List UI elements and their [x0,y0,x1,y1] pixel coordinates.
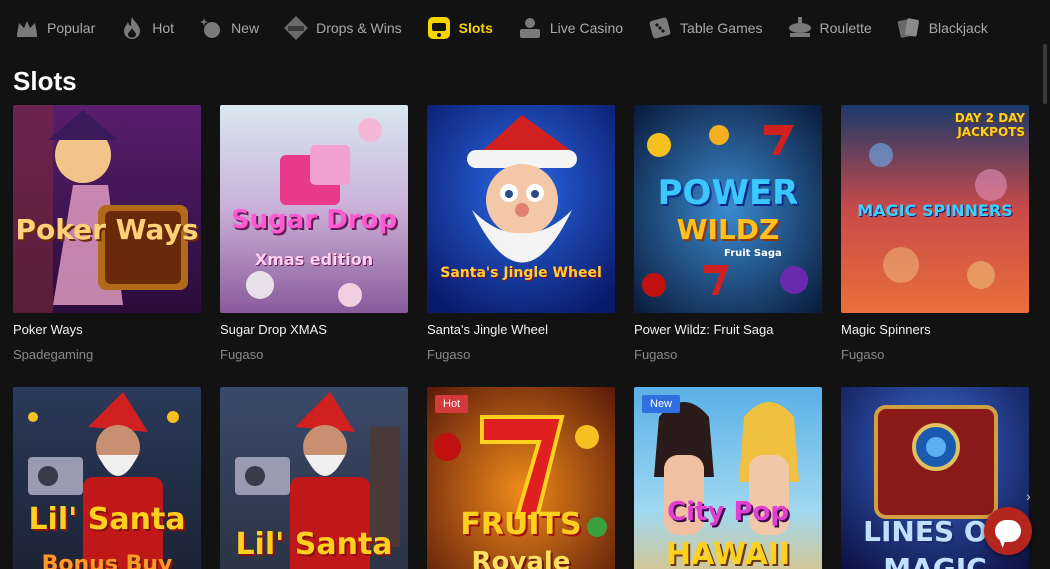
nav-label-blackjack: Blackjack [928,20,988,36]
game-card-lil-santa-bonus-buy[interactable]: Lil' Santa Bonus Buy [13,387,201,569]
nav-item-roulette[interactable]: Roulette [787,8,872,48]
section-title: Slots [13,66,77,96]
nav-label-popular: Popular [47,20,96,36]
nav-item-blackjack[interactable]: Blackjack [896,8,988,48]
cards-icon [896,15,922,41]
game-card-power-wildz-fruit-saga[interactable]: POWER WILDZ Fruit Saga Power Wildz: Frui… [634,105,822,362]
crown-icon [14,15,40,41]
nav-label-roulette: Roulette [819,20,872,36]
game-title[interactable]: Santa's Jingle Wheel [427,322,548,337]
game-art-title: Santa's Jingle Wheel [440,265,602,281]
game-thumbnail[interactable]: Lil' Santa [220,387,408,569]
game-thumbnail[interactable]: POWER WILDZ Fruit Saga [634,105,822,313]
nav-label-table-games: Table Games [680,20,763,36]
nav-item-popular[interactable]: Popular [14,8,95,48]
game-provider: Fugaso [634,347,678,362]
nav-label-live-casino: Live Casino [549,20,624,36]
page: Popular Hot New Drops & Wins Slots Live … [0,0,1050,569]
game-card-fruits-royale[interactable]: Hot FRUITS Royale [427,387,615,569]
drops-wins-icon [283,15,309,41]
sparkle-icon [198,15,224,41]
hot-badge: Hot [435,395,469,413]
game-art-subtitle: HAWAII [665,537,791,569]
game-title[interactable]: Power Wildz: Fruit Saga [634,322,773,337]
chat-button[interactable] [984,507,1032,555]
game-art-title: MAGIC SPINNERS [857,201,1013,220]
game-art-subtitle-2: Fruit Saga [724,248,782,259]
nav-item-hot[interactable]: Hot [119,8,174,48]
roulette-icon [787,15,813,41]
game-thumbnail[interactable]: New City Pop HAWAII [634,387,822,569]
game-provider: Fugaso [841,347,885,362]
game-card-magic-spinners[interactable]: DAY 2 DAY JACKPOTS MAGIC SPINNERS Magic … [841,105,1029,362]
dice-icon [647,15,673,41]
game-art-title: Lil' Santa [235,527,393,562]
chat-bubble-icon [995,520,1021,542]
live-dealer-icon [517,15,543,41]
flame-icon [119,15,145,41]
nav-label-hot: Hot [152,20,175,36]
nav-label-new: New [231,20,260,36]
chevron-right-icon[interactable]: › [1026,488,1038,508]
game-thumbnail[interactable]: DAY 2 DAY JACKPOTS MAGIC SPINNERS [841,105,1029,313]
new-badge: New [642,395,681,413]
category-nav: Popular Hot New Drops & Wins Slots Live … [0,0,1050,56]
nav-label-drops-wins: Drops & Wins [316,20,402,36]
game-art-title: Sugar Drop [230,205,398,235]
nav-item-drops-wins[interactable]: Drops & Wins [283,8,402,48]
game-art-title: City Pop [667,497,789,527]
game-provider: Fugaso [220,347,264,362]
game-thumbnail[interactable]: Sugar Drop Xmas edition [220,105,408,313]
nav-item-table-games[interactable]: Table Games [647,8,763,48]
game-title[interactable]: Magic Spinners [841,322,931,337]
game-art-title: POWER [657,173,799,213]
game-title[interactable]: Sugar Drop XMAS [220,322,327,337]
game-title[interactable]: Poker Ways [13,322,83,337]
game-art-title: Poker Ways [15,213,199,246]
game-art-subtitle: MAGIC [883,552,987,569]
game-provider: Spadegaming [13,347,94,362]
game-art-title: FRUITS [460,507,582,542]
game-thumbnail[interactable]: Poker Ways [13,105,201,313]
slot-machine-icon [426,15,452,41]
game-thumbnail[interactable]: Santa's Jingle Wheel [427,105,615,313]
game-art-subtitle: Royale [471,547,571,569]
scrollbar[interactable] [1043,44,1047,104]
nav-item-new[interactable]: New [198,8,259,48]
game-art-subtitle: WILDZ [676,213,780,246]
nav-item-live-casino[interactable]: Live Casino [517,8,623,48]
nav-item-slots[interactable]: Slots [426,8,493,48]
game-provider: Fugaso [427,347,471,362]
game-thumbnail[interactable]: Hot FRUITS Royale [427,387,615,569]
game-card-poker-ways[interactable]: Poker Ways Poker Ways Spadegaming [13,105,201,362]
game-art-subtitle: Xmas edition [254,250,374,269]
game-thumbnail[interactable]: Lil' Santa Bonus Buy [13,387,201,569]
game-art-subtitle: Bonus Buy [41,552,173,569]
game-card-lil-santa[interactable]: Lil' Santa [220,387,408,569]
game-card-city-pop-hawaii[interactable]: New City Pop HAWAII [634,387,822,569]
game-card-santas-jingle-wheel[interactable]: Santa's Jingle Wheel Santa's Jingle Whee… [427,105,615,362]
game-art-title: Lil' Santa [28,502,186,537]
game-card-sugar-drop-xmas[interactable]: Sugar Drop Xmas edition Sugar Drop XMAS … [220,105,408,362]
nav-label-slots: Slots [458,20,493,36]
game-art-subtitle: DAY 2 DAY JACKPOTS [954,111,1025,139]
